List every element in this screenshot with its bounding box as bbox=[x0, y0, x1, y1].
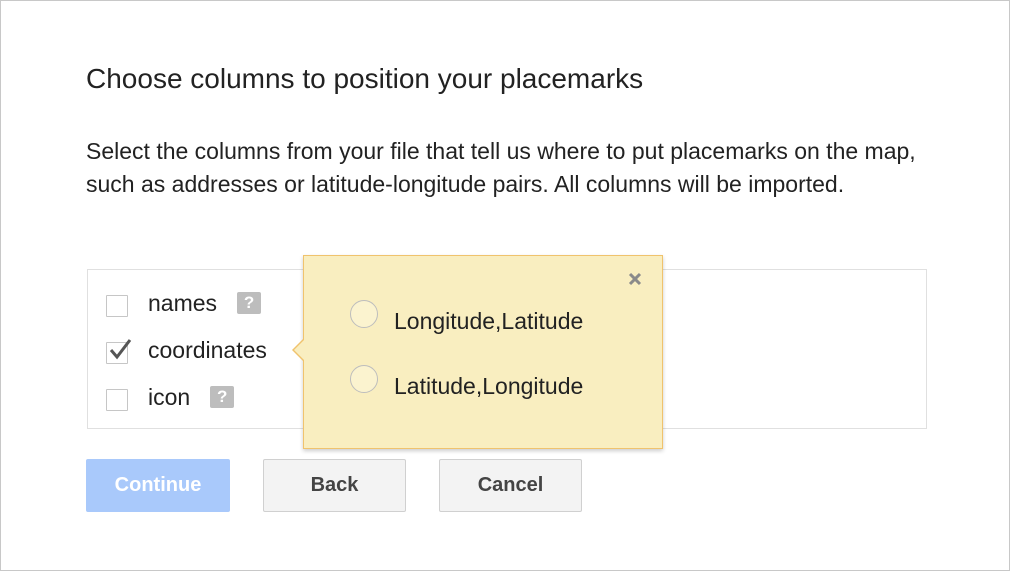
column-label: coordinates bbox=[148, 336, 267, 363]
checkmark-icon bbox=[109, 339, 132, 360]
help-icon[interactable]: ? bbox=[210, 386, 235, 408]
import-dialog: Choose columns to position your placemar… bbox=[0, 0, 1010, 571]
help-icon[interactable]: ? bbox=[237, 292, 262, 314]
column-label: icon bbox=[148, 383, 191, 410]
column-row-names: names ? bbox=[106, 288, 262, 318]
column-row-coordinates: coordinates bbox=[106, 335, 267, 365]
radio-button[interactable] bbox=[350, 365, 378, 393]
cancel-button[interactable]: Cancel bbox=[439, 459, 582, 512]
continue-button[interactable]: Continue bbox=[86, 459, 230, 512]
column-row-icon: icon ? bbox=[106, 382, 235, 412]
icon-checkbox[interactable] bbox=[106, 389, 128, 411]
back-button[interactable]: Back bbox=[263, 459, 406, 512]
column-label: names bbox=[148, 289, 218, 316]
close-icon[interactable] bbox=[626, 270, 644, 288]
names-checkbox[interactable] bbox=[106, 295, 128, 317]
radio-option-latitude-longitude[interactable]: Latitude,Longitude bbox=[350, 365, 584, 403]
dialog-title: Choose columns to position your placemar… bbox=[86, 63, 644, 94]
radio-button[interactable] bbox=[350, 300, 378, 328]
popup-arrow-inner bbox=[294, 339, 305, 361]
coordinates-checkbox[interactable] bbox=[106, 339, 132, 364]
radio-label: Longitude,Latitude bbox=[394, 307, 584, 334]
dialog-description: Select the columns from your file that t… bbox=[86, 138, 916, 197]
radio-label: Latitude,Longitude bbox=[394, 372, 584, 399]
coordinate-format-popup: Longitude,Latitude Latitude,Longitude bbox=[292, 255, 663, 449]
radio-option-longitude-latitude[interactable]: Longitude,Latitude bbox=[350, 300, 584, 338]
